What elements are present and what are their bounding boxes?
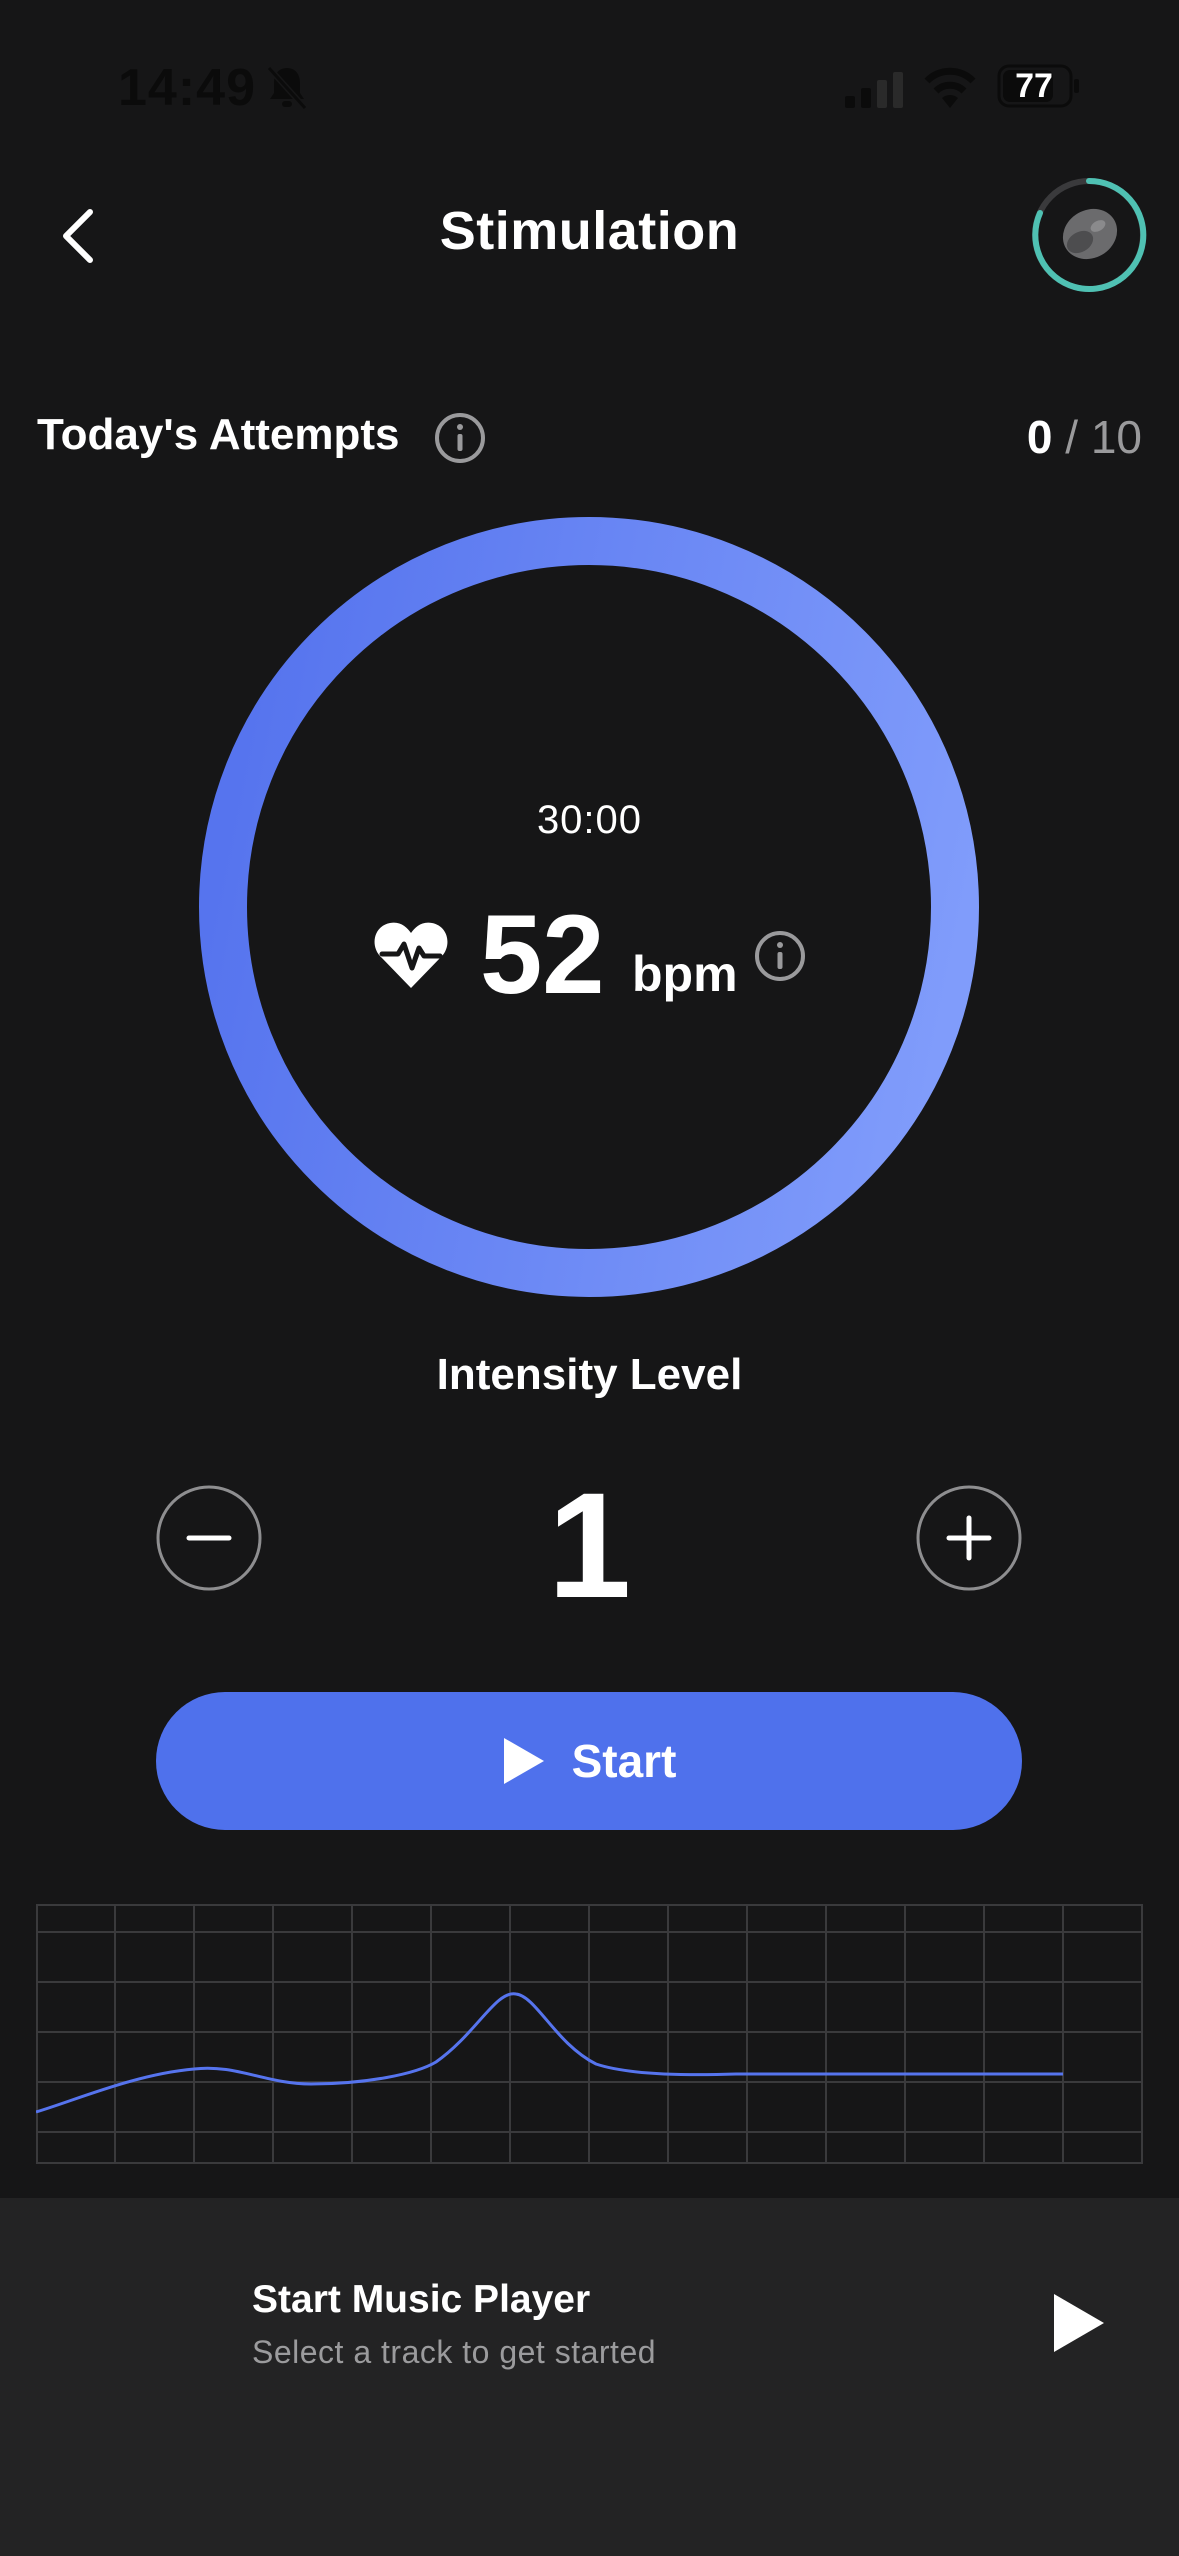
increase-intensity-button[interactable] xyxy=(915,1484,1023,1592)
stimulation-screen: 14:49 77 Stimulation Today's Attempts 0 … xyxy=(0,0,1179,2556)
battery-level: 77 xyxy=(1015,67,1053,105)
info-icon[interactable] xyxy=(754,930,806,982)
heart-rate-value: 52 xyxy=(480,892,605,1017)
play-icon xyxy=(1054,2294,1104,2352)
music-player-panel[interactable] xyxy=(0,2198,1179,2556)
heart-rate-icon xyxy=(374,922,448,988)
heart-rate-unit: bpm xyxy=(632,946,738,1002)
bell-off-icon xyxy=(266,65,308,111)
play-icon xyxy=(503,1738,544,1784)
info-icon[interactable] xyxy=(434,412,486,464)
status-time: 14:49 xyxy=(118,59,256,117)
session-timer: 30:00 xyxy=(536,798,643,842)
start-button[interactable]: Start xyxy=(156,1692,1022,1830)
attempts-separator: / xyxy=(1065,411,1079,463)
music-play-button[interactable] xyxy=(1040,2286,1114,2360)
earbud-device-icon xyxy=(1032,177,1147,292)
attempts-current: 0 xyxy=(1026,411,1053,463)
music-player-title: Start Music Player xyxy=(252,2278,591,2321)
attempts-label: Today's Attempts xyxy=(37,410,400,459)
wifi-icon xyxy=(924,67,976,108)
page-title: Stimulation xyxy=(439,201,740,261)
music-player-subtitle: Select a track to get started xyxy=(252,2334,657,2370)
intensity-label: Intensity Level xyxy=(436,1350,743,1399)
waveform-line xyxy=(36,1992,1063,2114)
waveform-grid xyxy=(36,1904,1143,2164)
plus-icon xyxy=(916,1485,1022,1591)
attempts-count: 0 / 10 xyxy=(1027,410,1142,464)
status-bar: 14:49 77 xyxy=(0,0,1179,170)
device-avatar[interactable] xyxy=(1030,176,1148,294)
signal-icon xyxy=(845,72,903,108)
attempts-max: 10 xyxy=(1090,411,1142,463)
start-label: Start xyxy=(571,1735,677,1787)
heart-rate-waveform xyxy=(36,1904,1143,2164)
